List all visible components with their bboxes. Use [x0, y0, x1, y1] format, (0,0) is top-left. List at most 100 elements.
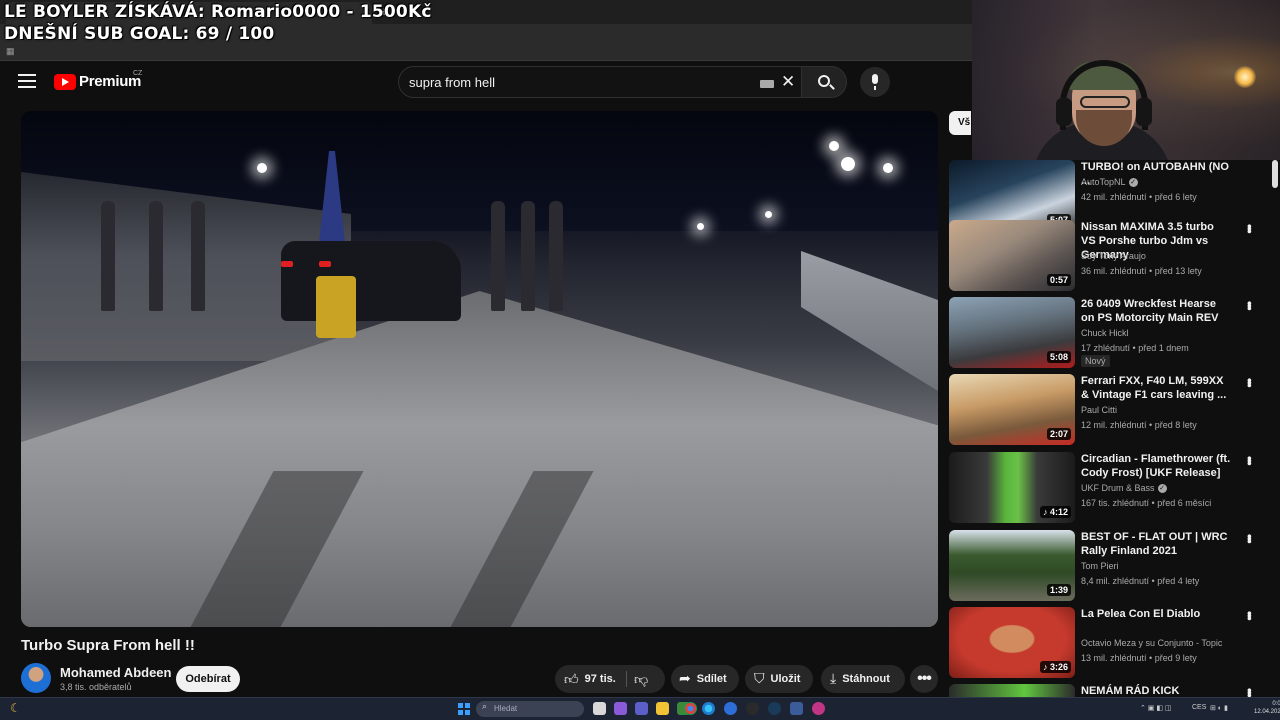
download-button[interactable]: ⤓ Stáhnout	[821, 665, 905, 693]
video-thumbnail[interactable]: ♪ 3:26	[949, 607, 1075, 678]
recommended-video-title[interactable]: NEMÁM RÁD KICK	[1081, 684, 1231, 698]
recommended-video[interactable]: NEMÁM RÁD KICK •••	[949, 684, 1269, 720]
recommended-video-meta: 36 mil. zhlédnutí • před 13 lety	[1081, 266, 1202, 276]
apps-grid-icon[interactable]: ▦	[6, 46, 15, 57]
recommended-video[interactable]: 0:57 Nissan MAXIMA 3.5 turbo VS Porshe tu…	[949, 220, 1269, 292]
youtube-header: Premium CZ ✕	[0, 62, 948, 102]
dislike-button[interactable]: 👎︎	[634, 671, 648, 688]
recommended-video[interactable]: 2:07 Ferrari FXX, F40 LM, 599XX & Vintage…	[949, 374, 1269, 446]
save-button[interactable]: ⛉ Uložit	[745, 665, 813, 693]
more-options-icon[interactable]: •••	[1242, 224, 1257, 232]
recommended-video-meta: 17 zhlédnutí • před 1 dnem	[1081, 343, 1189, 353]
recommended-video-meta: 8,4 mil. zhlédnutí • před 4 lety	[1081, 576, 1200, 586]
steam-icon[interactable]	[768, 702, 781, 715]
video-thumbnail[interactable]: 2:07	[949, 374, 1075, 445]
taskbar-search[interactable]: ⌕ Hledat	[476, 701, 584, 717]
recommended-channel-name[interactable]: Soy Tony Araujo	[1081, 251, 1146, 261]
recommended-channel-name[interactable]: Tom Pieri	[1081, 561, 1119, 571]
save-label: Uložit	[770, 673, 801, 685]
video-thumbnail[interactable]: 5:08	[949, 297, 1075, 368]
clear-search-icon[interactable]: ✕	[781, 72, 795, 92]
new-badge: Nový	[1081, 355, 1110, 367]
like-count: 97 tis.	[584, 673, 616, 685]
file-explorer-icon[interactable]	[656, 702, 669, 715]
recommended-video-title[interactable]: BEST OF - FLAT OUT | WRC Rally Finland 2…	[1081, 530, 1231, 558]
recommended-video[interactable]: ♪ 3:26 La Pelea Con El Diablo Octavio Meza…	[949, 607, 1269, 679]
recommended-video[interactable]: 1:39 BEST OF - FLAT OUT | WRC Rally Finla…	[949, 530, 1269, 602]
more-options-icon[interactable]: •••	[1242, 301, 1257, 309]
recommended-channel-name[interactable]: AutoTopNL	[1081, 177, 1126, 187]
search-box: ✕	[398, 66, 802, 98]
search-input[interactable]	[409, 75, 749, 90]
duration-badge: 2:07	[1046, 428, 1071, 440]
stream-overlay-sub-goal: DNEŠNÍ SUB GOAL: 69 / 100	[4, 24, 275, 44]
tray-status-icons[interactable]: ⊞ ◐ ▮	[1210, 704, 1228, 712]
app-icon[interactable]	[812, 702, 825, 715]
verified-icon: ✓	[1157, 484, 1167, 494]
more-options-icon[interactable]: •••	[1242, 688, 1257, 696]
subscribe-button[interactable]: Odebírat	[176, 666, 240, 692]
recommended-channel-name[interactable]: Paul Citti	[1081, 405, 1117, 415]
stream-overlay-donation: LE BOYLER ZÍSKÁVÁ: Romario0000 - 1500Kč	[4, 2, 432, 22]
more-options-icon[interactable]: •••	[1242, 611, 1257, 619]
recommended-video-title[interactable]: Circadian - Flamethrower (ft. Cody Frost…	[1081, 452, 1231, 480]
teams-icon[interactable]	[635, 702, 648, 715]
channel-avatar[interactable]	[21, 663, 51, 693]
more-actions-button[interactable]: •••	[910, 665, 938, 693]
more-options-icon[interactable]: •••	[1242, 378, 1257, 386]
webcam-feed	[972, 0, 1280, 160]
scrollbar[interactable]	[1272, 160, 1278, 188]
subscriber-count: 3,8 tis. odběratelů	[60, 682, 132, 692]
microphone-icon	[872, 74, 878, 84]
recommended-channel-name[interactable]: UKF Drum & Bass	[1081, 483, 1155, 493]
video-thumbnail[interactable]: 0:57	[949, 220, 1075, 291]
logo-text: Premium	[79, 73, 142, 90]
recommended-video-meta: 167 tis. zhlédnutí • před 6 měsíci	[1081, 498, 1212, 508]
voice-search-button[interactable]	[860, 67, 890, 97]
verified-icon: ✓	[1128, 178, 1138, 188]
duration-badge: 5:08	[1046, 351, 1071, 363]
channel-name[interactable]: Mohamed Abdeen	[60, 665, 171, 680]
share-button[interactable]: ➦ Sdílet	[671, 665, 739, 693]
share-label: Sdílet	[696, 673, 727, 685]
more-options-icon[interactable]: •••	[1242, 456, 1257, 464]
recommended-channel-name[interactable]: Octavio Meza y su Conjunto - Topic	[1081, 638, 1222, 648]
search-button[interactable]	[801, 66, 847, 98]
tray-icons[interactable]: ⌃ ▣ ◧ ◫	[1140, 704, 1172, 712]
video-player[interactable]	[21, 111, 938, 627]
duration-badge: ♪ 4:12	[1039, 506, 1071, 518]
chrome-icon[interactable]	[684, 702, 697, 715]
taskbar-search-placeholder: Hledat	[494, 704, 518, 713]
youtube-premium-logo[interactable]: Premium	[54, 73, 141, 90]
edge-icon[interactable]	[702, 702, 715, 715]
like-button[interactable]: 👍︎ 97 tis.	[555, 665, 616, 693]
obs-icon[interactable]	[746, 702, 759, 715]
recommended-video-meta: 42 mil. zhlédnutí • před 6 lety	[1081, 192, 1197, 202]
like-dislike-group: 👍︎ 97 tis. 👎︎	[555, 665, 665, 693]
start-menu-icon[interactable]	[458, 703, 470, 715]
app-icon[interactable]	[724, 702, 737, 715]
video-thumbnail[interactable]: ♪ 4:12	[949, 452, 1075, 523]
app-icon[interactable]	[790, 702, 803, 715]
video-thumbnail[interactable]: 1:39	[949, 530, 1075, 601]
menu-icon[interactable]	[18, 74, 36, 88]
bookmark-icon: ⛉	[754, 671, 765, 687]
more-options-icon[interactable]: •••	[1242, 534, 1257, 542]
recommended-video-title[interactable]: Ferrari FXX, F40 LM, 599XX & Vintage F1 …	[1081, 374, 1231, 402]
recommended-video[interactable]: 5:08 26 0409 Wreckfest Hearse on PS Motor…	[949, 297, 1269, 369]
recommended-video-title[interactable]: 26 0409 Wreckfest Hearse on PS Motorcity…	[1081, 297, 1231, 325]
youtube-play-icon	[54, 73, 76, 90]
recommended-video-meta: 13 mil. zhlédnutí • před 9 lety	[1081, 653, 1197, 663]
task-view-icon[interactable]	[593, 702, 606, 715]
weather-moon-icon[interactable]: ☾	[10, 701, 21, 715]
filter-chip-all[interactable]: Vš	[949, 111, 971, 135]
duration-badge: ♪ 3:26	[1039, 661, 1071, 673]
recommended-channel-name[interactable]: Chuck Hickl	[1081, 328, 1129, 338]
clock[interactable]: 0:08 12.04.2026	[1254, 700, 1280, 716]
recommended-video[interactable]: ♪ 4:12 Circadian - Flamethrower (ft. Cody…	[949, 452, 1269, 524]
app-icon[interactable]	[614, 702, 627, 715]
language-indicator[interactable]: CES	[1192, 704, 1206, 711]
keyboard-icon[interactable]	[760, 80, 774, 88]
clock-time: 0:08	[1272, 701, 1280, 707]
recommended-video-title[interactable]: La Pelea Con El Diablo	[1081, 607, 1231, 621]
